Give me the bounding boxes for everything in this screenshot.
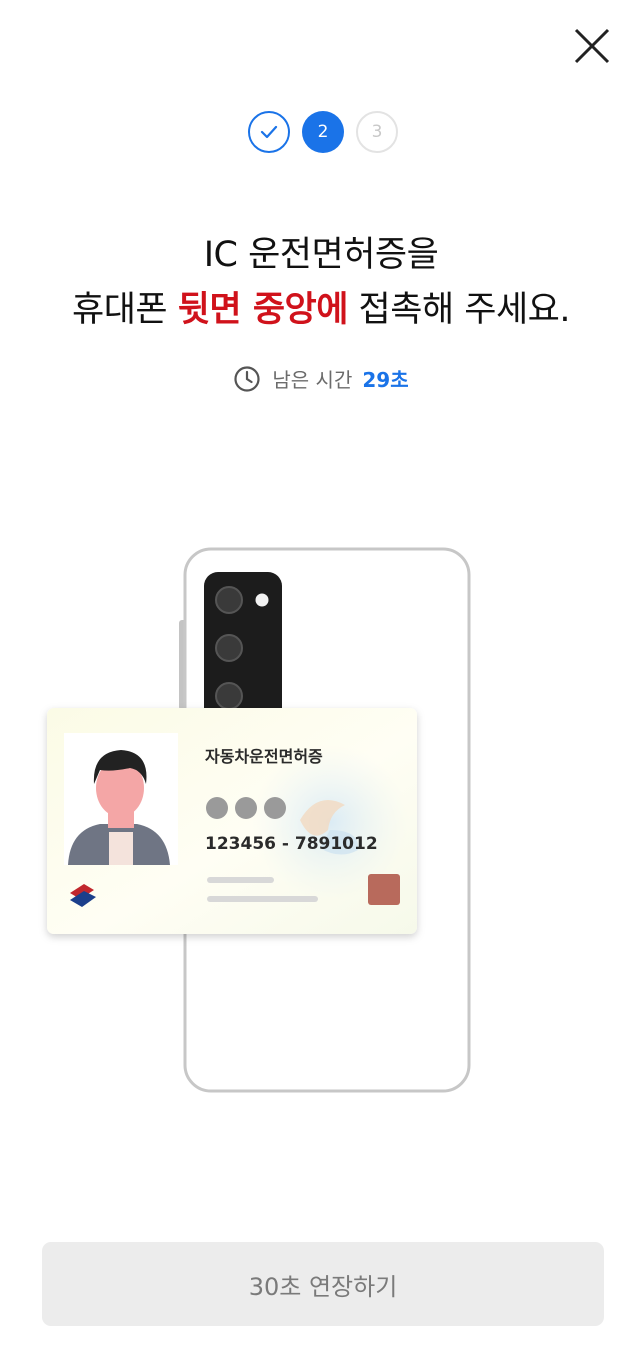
phone-card-illustration: 자동차운전면허증 123456 - 7891012 bbox=[0, 540, 642, 1100]
clock-icon bbox=[234, 365, 260, 392]
camera-lens-2 bbox=[215, 634, 243, 662]
camera-flash bbox=[255, 593, 269, 607]
instruction-line2-prefix: 휴대폰 bbox=[72, 290, 178, 330]
remaining-time: 남은 시간 29초 bbox=[0, 364, 642, 393]
card-chip bbox=[368, 874, 400, 905]
close-button[interactable] bbox=[570, 24, 614, 68]
instruction-highlight: 뒷면 중앙에 bbox=[177, 290, 349, 330]
card-line-1 bbox=[207, 877, 274, 883]
close-icon bbox=[574, 28, 610, 64]
card-title: 자동차운전면허증 bbox=[205, 747, 323, 766]
card-line-2 bbox=[207, 896, 318, 902]
card-number: 123456 - 7891012 bbox=[205, 834, 378, 854]
step-2-current: 2 bbox=[302, 111, 344, 153]
instruction-line-1: IC 운전면허증을 bbox=[203, 235, 439, 275]
step-1-completed bbox=[248, 111, 290, 153]
camera-lens-1 bbox=[215, 586, 243, 614]
card-dot-3 bbox=[264, 797, 286, 819]
instruction-line2-suffix: 접촉해 주세요. bbox=[347, 290, 571, 330]
step-indicator: 2 3 bbox=[0, 111, 642, 155]
instruction-line-2: 휴대폰 뒷면 중앙에 접촉해 주세요. bbox=[0, 283, 642, 338]
extend-time-button[interactable]: 30초 연장하기 bbox=[42, 1242, 604, 1326]
card-dot-1 bbox=[206, 797, 228, 819]
remaining-time-seconds: 29초 bbox=[362, 368, 409, 392]
remaining-time-label: 남은 시간 bbox=[272, 368, 353, 392]
card-dot-2 bbox=[235, 797, 257, 819]
instruction-title: IC 운전면허증을 휴대폰 뒷면 중앙에 접촉해 주세요. bbox=[0, 228, 642, 338]
check-icon bbox=[260, 125, 278, 139]
nfc-illustration: 자동차운전면허증 123456 - 7891012 bbox=[47, 547, 471, 1093]
camera-lens-3 bbox=[215, 682, 243, 710]
step-3-pending: 3 bbox=[356, 111, 398, 153]
